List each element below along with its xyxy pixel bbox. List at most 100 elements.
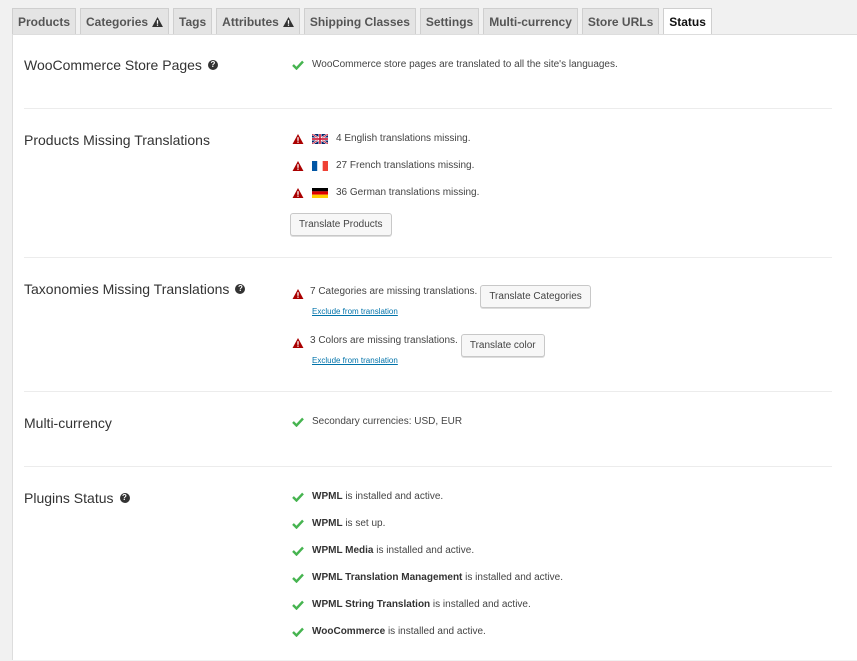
- section-title: Plugins Status ?: [24, 490, 130, 506]
- missing-line-english: 4 English translations missing.: [292, 133, 471, 144]
- uk-flag-icon: [312, 133, 328, 144]
- check-icon: [292, 573, 304, 583]
- tab-label: Attributes: [222, 14, 279, 29]
- tab-label: Shipping Classes: [309, 14, 410, 29]
- tab-label: Tags: [179, 14, 207, 29]
- plugin-text: WPML String Translation is installed and…: [312, 599, 531, 610]
- plugin-line: WooCommerce is installed and active.: [292, 626, 486, 637]
- plugin-name: WPML: [312, 518, 343, 529]
- missing-text: 36 German translations missing.: [336, 187, 480, 198]
- tab-categories[interactable]: Categories: [80, 8, 170, 34]
- check-icon: [292, 492, 304, 502]
- plugin-status: is installed and active.: [385, 626, 486, 637]
- missing-text: 4 English translations missing.: [336, 133, 471, 144]
- missing-text: 27 French translations missing.: [336, 160, 475, 171]
- check-icon: [292, 519, 304, 529]
- tab-shipping-classes[interactable]: Shipping Classes: [303, 8, 416, 34]
- exclude-from-translation-link[interactable]: Exclude from translation: [312, 307, 398, 316]
- tab-bar: Products Categories Tags Attributes Ship…: [12, 8, 712, 35]
- plugin-line: WPML Media is installed and active.: [292, 545, 474, 556]
- section-title-text: WooCommerce Store Pages: [24, 57, 202, 73]
- warning-icon: [292, 187, 304, 198]
- section-title-text: Multi-currency: [24, 415, 112, 431]
- plugin-line: WPML Translation Management is installed…: [292, 572, 563, 583]
- plugin-status: is installed and active.: [342, 491, 444, 502]
- warning-icon: [282, 16, 294, 27]
- warning-icon: [292, 288, 304, 299]
- translate-color-button[interactable]: Translate color: [460, 334, 545, 357]
- plugins-status-section: Plugins Status ? WPML is installed and a…: [24, 467, 832, 661]
- plugin-text: WPML is installed and active.: [312, 491, 443, 502]
- plugin-text: WPML Media is installed and active.: [312, 545, 474, 556]
- section-title-text: Products Missing Translations: [24, 132, 210, 148]
- taxonomies-missing-section: Taxonomies Missing Translations ? 7 Cate…: [24, 258, 832, 392]
- tab-store-urls[interactable]: Store URLs: [581, 8, 660, 34]
- germany-flag-icon: [312, 187, 328, 198]
- status-line: WooCommerce store pages are translated t…: [292, 59, 618, 70]
- plugin-name: WPML String Translation: [312, 599, 431, 610]
- section-title-text: Taxonomies Missing Translations: [24, 281, 230, 297]
- tab-label: Categories: [86, 14, 149, 29]
- status-text: Secondary currencies: USD, EUR: [312, 416, 463, 427]
- status-text: WooCommerce store pages are translated t…: [312, 59, 618, 70]
- plugin-name: WPML Translation Management: [312, 572, 463, 583]
- taxonomy-line-categories: 7 Categories are missing translations. T…: [292, 282, 591, 308]
- warning-icon: [292, 133, 304, 144]
- tab-label: Products: [18, 14, 71, 29]
- check-icon: [292, 627, 304, 637]
- tab-settings[interactable]: Settings: [419, 8, 480, 34]
- tab-status[interactable]: Status: [663, 8, 712, 35]
- section-title-text: Plugins Status: [24, 490, 114, 506]
- help-icon[interactable]: ?: [207, 60, 218, 70]
- help-icon[interactable]: ?: [119, 493, 130, 503]
- warning-icon: [292, 160, 304, 171]
- exclude-from-translation-link[interactable]: Exclude from translation: [312, 356, 398, 365]
- plugin-text: WPML is set up.: [312, 518, 385, 529]
- check-icon: [292, 600, 304, 610]
- translate-products-button[interactable]: Translate Products: [290, 213, 392, 236]
- tab-tags[interactable]: Tags: [173, 8, 213, 34]
- warning-icon: [152, 16, 164, 27]
- help-icon[interactable]: ?: [235, 284, 246, 294]
- check-icon: [292, 60, 304, 70]
- missing-line-french: 27 French translations missing.: [292, 160, 474, 171]
- plugin-status: is installed and active.: [462, 572, 564, 583]
- tab-label: Multi-currency: [489, 14, 572, 29]
- plugin-status: is installed and active.: [373, 545, 475, 556]
- plugin-line: WPML String Translation is installed and…: [292, 599, 531, 610]
- plugin-name: WooCommerce: [312, 626, 386, 637]
- products-missing-section: Products Missing Translations 4 English …: [24, 109, 832, 258]
- plugin-name: WPML Media: [312, 545, 374, 556]
- taxonomy-text: 3 Colors are missing translations.: [310, 335, 458, 346]
- tab-label: Store URLs: [587, 14, 654, 29]
- plugin-line: WPML is set up.: [292, 518, 385, 529]
- status-panel: WooCommerce Store Pages ? WooCommerce st…: [12, 34, 857, 660]
- multi-currency-section: Multi-currency Secondary currencies: USD…: [24, 392, 832, 467]
- warning-icon: [292, 337, 304, 348]
- section-title: Taxonomies Missing Translations ?: [24, 281, 246, 297]
- tab-multi-currency[interactable]: Multi-currency: [483, 8, 578, 34]
- plugin-name: WPML: [312, 491, 343, 502]
- button-wrap: Translate Products: [290, 213, 392, 236]
- check-icon: [292, 417, 304, 427]
- section-title: Multi-currency: [24, 415, 112, 431]
- taxonomy-line-colors: 3 Colors are missing translations. Trans…: [292, 331, 545, 357]
- plugin-line: WPML is installed and active.: [292, 491, 443, 502]
- store-pages-section: WooCommerce Store Pages ? WooCommerce st…: [24, 35, 832, 109]
- plugin-text: WooCommerce is installed and active.: [312, 626, 486, 637]
- section-title: Products Missing Translations: [24, 132, 210, 148]
- taxonomy-text: 7 Categories are missing translations.: [310, 286, 478, 297]
- section-title: WooCommerce Store Pages ?: [24, 57, 218, 73]
- tab-label: Status: [669, 15, 706, 29]
- missing-line-german: 36 German translations missing.: [292, 187, 479, 198]
- plugin-status: is set up.: [342, 518, 386, 529]
- status-line: Secondary currencies: USD, EUR: [292, 416, 462, 427]
- tab-attributes[interactable]: Attributes: [216, 8, 300, 34]
- translate-categories-button[interactable]: Translate Categories: [480, 285, 591, 308]
- tab-label: Settings: [425, 14, 474, 29]
- france-flag-icon: [312, 160, 328, 171]
- tab-products[interactable]: Products: [12, 8, 77, 34]
- plugin-status: is installed and active.: [430, 599, 531, 610]
- plugin-text: WPML Translation Management is installed…: [312, 572, 563, 583]
- check-icon: [292, 546, 304, 556]
